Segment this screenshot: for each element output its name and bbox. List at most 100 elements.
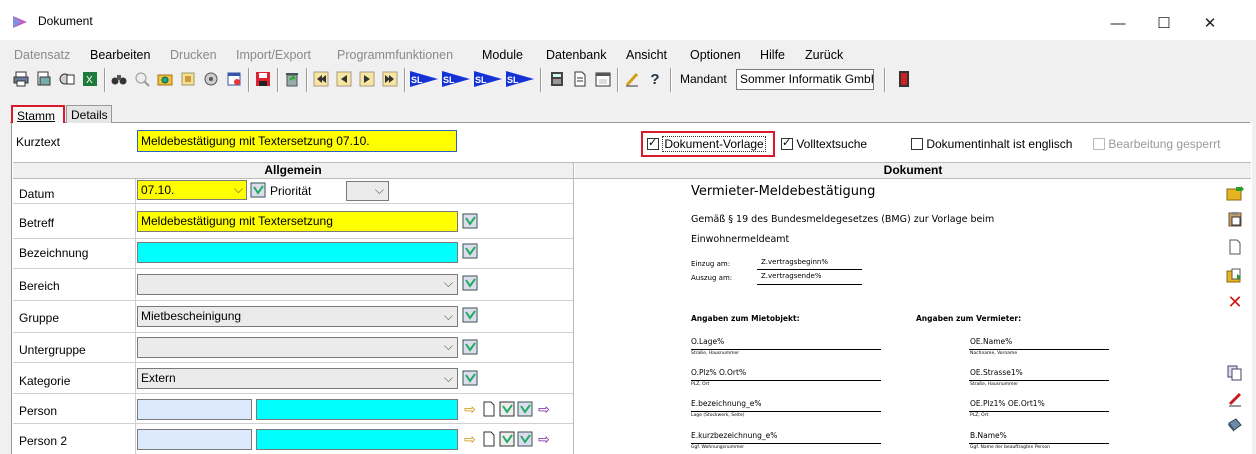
exit-icon[interactable] <box>895 70 913 88</box>
person2-open-arrow-icon[interactable]: ⇨ <box>536 431 552 447</box>
kurztext-label: Kurztext <box>16 135 61 149</box>
kategorie-lookup-icon[interactable] <box>462 370 478 386</box>
edit-document-icon[interactable] <box>1226 390 1244 408</box>
menu-module[interactable]: Module <box>482 48 523 62</box>
menu-bearbeiten[interactable]: Bearbeiten <box>90 48 150 62</box>
doc-left-caption-1: Straße, Hausnummer <box>691 351 740 356</box>
gesperrt-label: Bearbeitung gesperrt <box>1108 137 1221 151</box>
betreff-lookup-icon[interactable] <box>462 213 478 229</box>
person-lookup-icon[interactable] <box>517 401 533 417</box>
person-list-icon[interactable] <box>499 401 515 417</box>
person2-id-field[interactable] <box>137 429 252 450</box>
mandant-field[interactable]: Sommer Informatik GmbH <box>736 69 874 90</box>
bereich-lookup-icon[interactable] <box>462 275 478 291</box>
calculator-icon[interactable] <box>548 70 566 88</box>
volltext-checkbox[interactable]: Volltextsuche <box>781 136 867 151</box>
binoculars-icon[interactable] <box>110 70 128 88</box>
attach-icon[interactable] <box>1226 416 1244 434</box>
kurztext-field[interactable]: Meldebestätigung mit Textersetzung 07.10… <box>137 130 457 152</box>
doc-vermieter-heading: Angaben zum Vermieter: <box>916 314 1022 323</box>
tab-details[interactable]: Details <box>66 105 112 123</box>
notes-icon[interactable] <box>225 70 243 88</box>
find-icon[interactable] <box>179 70 197 88</box>
doc-right-value-2: OE.Strasse1% <box>970 368 1023 377</box>
sl-blue-1-icon[interactable]: SL <box>410 70 438 88</box>
maximize-button[interactable]: ☐ <box>1141 8 1187 38</box>
person2-list-icon[interactable] <box>499 431 515 447</box>
menu-ansicht[interactable]: Ansicht <box>626 48 667 62</box>
print-preview-icon[interactable] <box>35 70 53 88</box>
menu-datenbank[interactable]: Datenbank <box>546 48 606 62</box>
doc-left-value-4: E.kurzbezeichnung_e% <box>691 431 778 440</box>
kategorie-value: Extern <box>141 371 176 385</box>
print-icon[interactable] <box>12 70 30 88</box>
person2-new-doc-icon[interactable] <box>481 431 497 447</box>
delete-icon[interactable] <box>283 70 301 88</box>
gesperrt-checkbox[interactable]: Bearbeitung gesperrt <box>1093 137 1220 151</box>
excel-icon[interactable]: X <box>81 70 99 88</box>
copy-icon[interactable] <box>1226 364 1244 382</box>
person-name-field[interactable] <box>256 399 458 420</box>
gruppe-lookup-icon[interactable] <box>462 307 478 323</box>
menu-optionen[interactable]: Optionen <box>690 48 741 62</box>
menu-hilfe[interactable]: Hilfe <box>760 48 785 62</box>
zoom-icon[interactable] <box>133 70 151 88</box>
app-logo-icon <box>13 16 27 28</box>
close-button[interactable]: ✕ <box>1187 8 1233 38</box>
edit-icon[interactable] <box>623 70 641 88</box>
kategorie-dropdown[interactable]: Extern ⌵ <box>137 368 458 389</box>
untergruppe-label: Untergruppe <box>19 343 86 357</box>
doc-right-value-3: OE.Plz1% OE.Ort1% <box>970 399 1045 408</box>
delete-document-icon[interactable]: ✕ <box>1226 292 1244 312</box>
import-document-icon[interactable] <box>1226 266 1244 284</box>
person-new-doc-icon[interactable] <box>481 401 497 417</box>
menu-drucken[interactable]: Drucken <box>170 48 217 62</box>
first-record-icon[interactable] <box>312 70 330 88</box>
bezeichnung-field[interactable] <box>137 242 458 263</box>
doc-right-caption-1: Nachname, Vorname <box>970 351 1018 356</box>
bezeichnung-lookup-icon[interactable] <box>462 243 478 259</box>
gruppe-dropdown[interactable]: Mietbescheinigung ⌵ <box>137 306 458 327</box>
untergruppe-dropdown[interactable]: ⌵ <box>137 337 458 358</box>
sl-blue-4-icon[interactable]: SL <box>506 70 534 88</box>
refresh-icon[interactable] <box>202 70 220 88</box>
person-id-field[interactable] <box>137 399 252 420</box>
previous-record-icon[interactable] <box>335 70 353 88</box>
englisch-checkbox[interactable]: Dokumentinhalt ist englisch <box>911 137 1072 151</box>
datum-dropdown-icon[interactable]: ⌵ <box>234 181 243 197</box>
person2-name-field[interactable] <box>256 429 458 450</box>
open-folder-icon[interactable] <box>1226 184 1244 202</box>
bereich-dropdown[interactable]: ⌵ <box>137 274 458 295</box>
menu-programmfunktionen[interactable]: Programmfunktionen <box>337 48 453 62</box>
menu-import-export[interactable]: Import/Export <box>236 48 311 62</box>
help-icon[interactable]: ? <box>646 70 664 88</box>
new-document-icon[interactable] <box>1226 238 1244 256</box>
sl-blue-3-icon[interactable]: SL <box>474 70 502 88</box>
menu-zurueck[interactable]: Zurück <box>805 48 843 62</box>
person2-goto-arrow-icon[interactable]: ⇨ <box>462 431 478 447</box>
prioritaet-dropdown[interactable]: ⌵ <box>346 181 389 201</box>
kategorie-label: Kategorie <box>19 374 71 388</box>
person-goto-arrow-icon[interactable]: ⇨ <box>462 401 478 417</box>
person2-lookup-icon[interactable] <box>517 431 533 447</box>
sl-blue-2-icon[interactable]: SL <box>442 70 470 88</box>
person-open-arrow-icon[interactable]: ⇨ <box>536 401 552 417</box>
paste-icon[interactable] <box>1226 210 1244 228</box>
untergruppe-lookup-icon[interactable] <box>462 339 478 355</box>
datum-calendar-icon[interactable] <box>250 182 266 198</box>
document-icon[interactable] <box>571 70 589 88</box>
last-record-icon[interactable] <box>381 70 399 88</box>
betreff-field[interactable]: Meldebestätigung mit Textersetzung <box>137 211 458 232</box>
doc-mietobjekt-heading: Angaben zum Mietobjekt: <box>691 314 800 323</box>
report-icon[interactable] <box>58 70 76 88</box>
save-icon[interactable] <box>254 70 272 88</box>
datum-field[interactable]: 07.10. ⌵ <box>137 180 247 200</box>
search-folder-icon[interactable] <box>156 70 174 88</box>
menu-datensatz[interactable]: Datensatz <box>14 48 70 62</box>
mandant-label: Mandant <box>680 72 727 86</box>
next-record-icon[interactable] <box>358 70 376 88</box>
tab-stamm[interactable]: Stamm <box>11 105 65 123</box>
minimize-button[interactable]: — <box>1095 8 1141 38</box>
vorlage-checkbox[interactable]: Dokument-Vorlage <box>647 136 766 152</box>
calendar-icon[interactable] <box>594 70 612 88</box>
